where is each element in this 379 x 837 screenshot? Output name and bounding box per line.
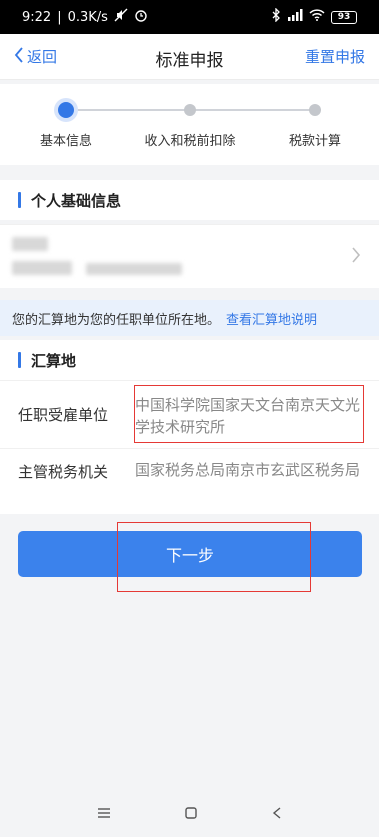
chevron-left-icon bbox=[14, 46, 24, 67]
step-connector bbox=[66, 109, 190, 111]
employer-label: 任职受雇单位 bbox=[18, 406, 109, 424]
step-dot-tax-calc bbox=[309, 104, 321, 116]
status-separator: | bbox=[57, 9, 62, 25]
status-right: 93 bbox=[271, 7, 357, 26]
status-time: 9:22 bbox=[22, 9, 52, 25]
settlement-header: 汇算地 bbox=[0, 340, 379, 380]
redacted-id bbox=[86, 263, 182, 275]
personal-info-header: 个人基础信息 bbox=[0, 180, 379, 220]
notice-text: 您的汇算地为您的任职单位所在地。 bbox=[12, 312, 221, 328]
settlement-explanation-link[interactable]: 查看汇算地说明 bbox=[226, 309, 317, 328]
nav-bar: 返回 标准申报 重置申报 bbox=[0, 34, 379, 80]
chevron-right-icon bbox=[352, 247, 361, 268]
section-accent-bar bbox=[18, 352, 21, 368]
section-accent-bar bbox=[18, 192, 21, 208]
phone-screen: 9:22 | 0.3K/s 93 返回 标准申报 重置申报 基本信息 收入和税前… bbox=[0, 0, 379, 837]
redacted-name bbox=[12, 261, 72, 275]
step-dot-income bbox=[184, 104, 196, 116]
step-label-basic-info: 基本信息 bbox=[39, 134, 93, 149]
reset-declaration-button[interactable]: 重置申报 bbox=[305, 46, 365, 67]
personal-info-row[interactable] bbox=[0, 224, 379, 288]
step-connector bbox=[190, 109, 315, 111]
battery-icon: 93 bbox=[331, 10, 357, 24]
menu-icon[interactable] bbox=[97, 804, 111, 823]
home-icon[interactable] bbox=[185, 804, 198, 823]
bluetooth-icon bbox=[271, 7, 281, 26]
back-nav-icon[interactable] bbox=[272, 804, 282, 823]
back-button[interactable]: 返回 bbox=[14, 46, 57, 67]
section-title: 汇算地 bbox=[31, 351, 77, 370]
status-left: 9:22 | 0.3K/s bbox=[22, 8, 148, 26]
tax-authority-value: 国家税务总局南京市玄武区税务局 bbox=[135, 461, 361, 479]
step-label-income: 收入和税前扣除 bbox=[144, 134, 236, 149]
section-title: 个人基础信息 bbox=[31, 191, 122, 210]
system-nav-bar bbox=[0, 790, 379, 837]
mute-icon bbox=[114, 8, 128, 26]
back-label: 返回 bbox=[27, 48, 58, 66]
tax-authority-row[interactable]: 主管税务机关 国家税务总局南京市玄武区税务局 bbox=[0, 448, 379, 514]
signal-icon bbox=[287, 9, 303, 25]
settlement-notice: 您的汇算地为您的任职单位所在地。 查看汇算地说明 bbox=[0, 300, 379, 336]
wifi-icon bbox=[309, 9, 325, 25]
highlight-annotation-next bbox=[117, 522, 311, 592]
tax-authority-label: 主管税务机关 bbox=[18, 463, 109, 481]
status-speed: 0.3K/s bbox=[67, 9, 108, 25]
progress-stepper: 基本信息 收入和税前扣除 税款计算 bbox=[0, 84, 379, 165]
step-label-tax-calc: 税款计算 bbox=[288, 134, 342, 149]
alarm-icon bbox=[134, 8, 148, 26]
highlight-annotation-employer bbox=[134, 385, 364, 443]
step-dot-basic-info bbox=[58, 102, 74, 118]
redacted-avatar bbox=[12, 237, 48, 251]
status-bar: 9:22 | 0.3K/s 93 bbox=[0, 0, 379, 34]
